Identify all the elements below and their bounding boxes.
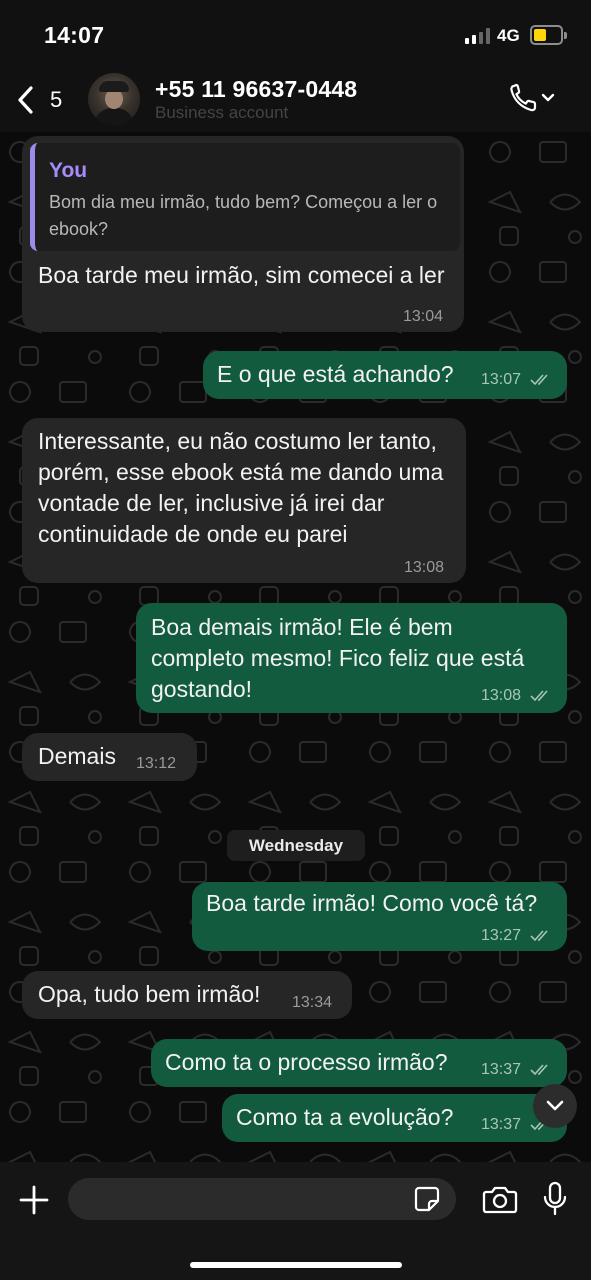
avatar[interactable] [88, 73, 140, 125]
message-text: Como ta a evolução? [236, 1104, 454, 1130]
chevron-down-icon [541, 93, 555, 102]
network-type: 4G [497, 26, 520, 45]
message-meta: 13:37 [481, 1061, 552, 1079]
message-outgoing[interactable]: Como ta o processo irmão? 13:37 [151, 1039, 567, 1087]
back-button[interactable] [16, 84, 40, 116]
contact-subtitle: Business account [155, 103, 289, 122]
message-text: Boa tarde irmão! Como você tá? [206, 890, 538, 916]
quoted-text: Bom dia meu irmão, tudo bem? Começou a l… [49, 192, 438, 239]
message-outgoing[interactable]: Boa demais irmão! Ele é bem completo mes… [136, 603, 567, 713]
message-outgoing[interactable]: Como ta a evolução? 13:37 [222, 1094, 567, 1142]
call-button[interactable] [508, 82, 556, 116]
status-bar: 14:07 4G [0, 0, 591, 66]
chat-area[interactable]: You Bom dia meu irmão, tudo bem? Começou… [0, 132, 591, 1162]
message-time: 13:37 [481, 1116, 522, 1133]
chevron-left-icon [18, 86, 33, 114]
message-time: 13:07 [481, 371, 522, 388]
microphone-icon [543, 1181, 567, 1216]
message-incoming[interactable]: Interessante, eu não costumo ler tanto, … [22, 418, 466, 583]
double-check-icon [529, 930, 548, 942]
attach-button[interactable] [18, 1184, 50, 1216]
message-outgoing[interactable]: E o que está achando? 13:07 [203, 351, 567, 399]
quoted-message[interactable]: You Bom dia meu irmão, tudo bem? Começou… [30, 143, 460, 251]
message-meta: 13:07 [481, 371, 552, 389]
chevron-down-icon [546, 1100, 564, 1111]
message-text: Boa tarde meu irmão, sim comecei a ler [38, 262, 445, 288]
camera-icon [482, 1186, 518, 1214]
chat-header: 5 +55 11 96637-0448 Business account [0, 66, 591, 132]
message-text: Opa, tudo bem irmão! [38, 981, 261, 1007]
double-check-icon [529, 1064, 548, 1076]
home-indicator [190, 1262, 402, 1268]
message-text: Interessante, eu não costumo ler tanto, … [38, 428, 444, 547]
date-separator: Wednesday [227, 830, 365, 861]
status-time: 14:07 [44, 22, 105, 48]
composer-bar [0, 1162, 591, 1280]
message-incoming[interactable]: Demais 13:12 [22, 733, 197, 781]
message-time: 13:04 [403, 308, 444, 325]
quoted-author: You [49, 159, 88, 182]
message-text: E o que está achando? [217, 361, 454, 387]
message-time: 13:34 [292, 994, 333, 1011]
message-incoming[interactable]: Opa, tudo bem irmão! 13:34 [22, 971, 352, 1019]
battery-icon [530, 25, 567, 45]
message-text: Como ta o processo irmão? [165, 1049, 448, 1075]
message-time: 13:08 [481, 687, 522, 704]
contact-name[interactable]: +55 11 96637-0448 [155, 76, 357, 103]
message-text: Demais [38, 743, 116, 769]
unread-count[interactable]: 5 [50, 87, 62, 113]
message-time: 13:27 [481, 927, 522, 944]
message-meta: 13:27 [481, 927, 552, 945]
sticker-button[interactable] [414, 1186, 440, 1212]
message-incoming[interactable]: You Bom dia meu irmão, tudo bem? Começou… [22, 136, 464, 332]
scroll-to-bottom-button[interactable] [533, 1084, 577, 1128]
message-time: 13:08 [404, 559, 445, 576]
message-outgoing[interactable]: Boa tarde irmão! Como você tá? 13:27 [192, 882, 567, 951]
message-input[interactable] [68, 1178, 456, 1220]
message-time: 13:37 [481, 1061, 522, 1078]
signal-icon [465, 28, 490, 44]
phone-icon [510, 83, 555, 112]
message-time: 13:12 [136, 755, 177, 772]
message-meta: 13:08 [481, 687, 552, 705]
camera-button[interactable] [482, 1185, 518, 1215]
double-check-icon [529, 374, 548, 386]
plus-icon [19, 1185, 49, 1215]
sticker-icon [414, 1186, 440, 1212]
voice-record-button[interactable] [542, 1181, 568, 1217]
double-check-icon [529, 690, 548, 702]
